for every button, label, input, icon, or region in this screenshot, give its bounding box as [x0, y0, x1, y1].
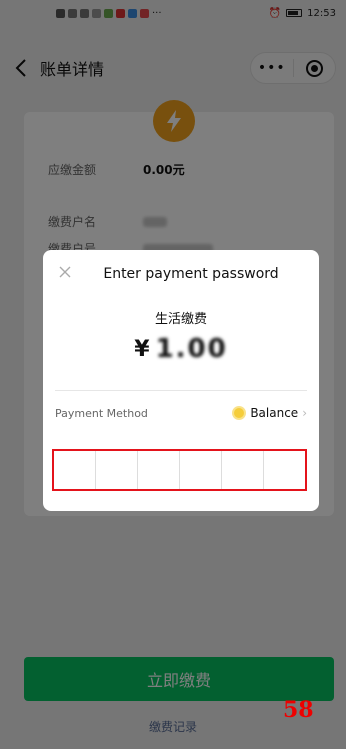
password-digit-cell[interactable]	[138, 451, 180, 489]
password-digit-cell[interactable]	[96, 451, 138, 489]
password-input[interactable]	[52, 449, 307, 491]
password-digit-cell[interactable]	[222, 451, 264, 489]
chevron-right-icon: ›	[302, 406, 307, 420]
page-number: 58	[283, 697, 314, 723]
payment-method-value: Balance	[250, 406, 299, 420]
dialog-title: Enter payment password	[103, 266, 279, 282]
payment-method-row[interactable]: Payment Method Balance ›	[55, 402, 307, 424]
divider	[55, 390, 307, 391]
password-digit-cell[interactable]	[54, 451, 96, 489]
coin-icon	[232, 406, 247, 420]
payment-method-selector[interactable]: Balance ›	[232, 406, 307, 420]
payment-password-dialog: Enter payment password 生活缴费 ¥ 1.00 Payme…	[43, 250, 319, 511]
payment-amount: ¥ 1.00	[43, 334, 319, 364]
merchant-name: 生活缴费	[154, 312, 207, 327]
amount-value: 1.00	[155, 334, 228, 364]
password-digit-cell[interactable]	[180, 451, 222, 489]
payment-method-label: Payment Method	[55, 406, 148, 420]
currency-symbol: ¥	[134, 336, 150, 362]
password-digit-cell[interactable]	[264, 451, 305, 489]
